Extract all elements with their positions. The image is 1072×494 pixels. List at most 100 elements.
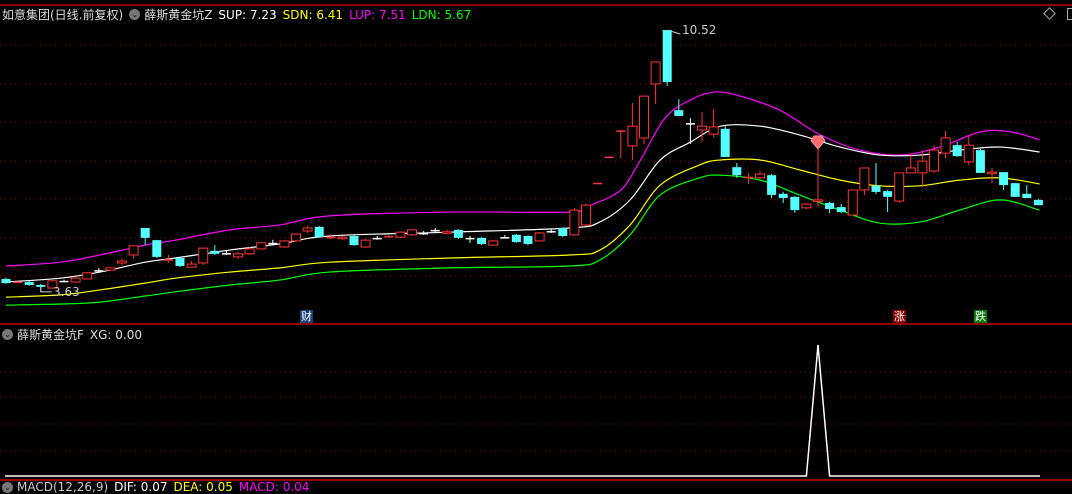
candle (70, 277, 81, 283)
candle-body (175, 258, 185, 266)
candle-body (929, 149, 939, 172)
candle-body (465, 237, 475, 240)
candle-body (558, 228, 568, 236)
candle-body (534, 232, 545, 242)
candle (291, 233, 301, 242)
candle-body (1, 278, 11, 284)
candle (302, 226, 313, 233)
candle-body (940, 137, 951, 154)
candle (419, 231, 429, 235)
lup-value: LUP: 7.51 (349, 7, 406, 22)
macd-name[interactable]: MACD(12,26,9) (17, 480, 108, 494)
candle-body (616, 130, 626, 132)
candle-body (500, 237, 510, 239)
candle (975, 148, 985, 173)
candle-body (801, 203, 812, 209)
candle (847, 189, 858, 216)
candle (186, 261, 197, 268)
candle-body (662, 30, 672, 83)
candle (1, 277, 11, 284)
candle-body (999, 172, 1009, 186)
kline-chart[interactable] (0, 0, 1072, 487)
candle (627, 102, 638, 160)
candle (871, 163, 881, 195)
candle-body (94, 270, 104, 272)
candle (477, 237, 487, 246)
candle-body (569, 209, 580, 236)
candle-body (825, 202, 835, 209)
candle (140, 228, 150, 246)
candle (128, 245, 139, 259)
candle-body (697, 125, 707, 131)
candle-body (546, 231, 556, 233)
candle (905, 153, 916, 174)
candle (940, 131, 951, 159)
candle (639, 95, 649, 145)
xg-value: XG: 0.00 (89, 327, 143, 342)
candle-body (13, 281, 23, 284)
candle (465, 235, 475, 243)
candle-body (70, 277, 81, 283)
candle (952, 142, 962, 157)
candle (94, 267, 104, 273)
candle-body (732, 167, 742, 176)
candle-body (279, 240, 290, 248)
candle-body (407, 229, 417, 236)
candle-body (1022, 193, 1032, 198)
indicator-dropdown-icon[interactable]: ⌄ (2, 481, 13, 493)
indicator-dropdown-icon[interactable]: ⌄ (2, 329, 13, 340)
candle-body (975, 150, 985, 173)
indicator-dropdown-icon[interactable]: ⌄ (129, 9, 141, 20)
candle (511, 234, 521, 243)
candle (558, 227, 568, 238)
panel-expand-icon[interactable] (1067, 8, 1072, 20)
candle-body (905, 167, 916, 174)
candle-body (453, 229, 463, 238)
candle (384, 234, 394, 238)
sub-indicator-name[interactable]: 薛斯黄金坑F (17, 326, 84, 343)
candle (859, 167, 870, 195)
candle (534, 232, 545, 242)
candle-body (82, 272, 93, 280)
candle (24, 281, 34, 286)
candle-body (152, 240, 162, 257)
finance-marker[interactable]: 财 (300, 310, 313, 323)
candle (836, 204, 846, 214)
candle-body (836, 207, 846, 213)
candle-body (778, 193, 788, 198)
candle-body (708, 126, 719, 135)
candle-body (233, 253, 243, 258)
candle (755, 171, 765, 179)
candle-body (743, 176, 753, 179)
candle-body (360, 239, 371, 248)
candle (233, 251, 243, 259)
candle (430, 228, 440, 233)
xg-line (5, 344, 1040, 477)
candle-body (790, 196, 800, 211)
indicator-name[interactable]: 薛斯黄金坑Z (144, 6, 212, 23)
candle (407, 229, 417, 236)
candle-body (767, 175, 777, 195)
candle (708, 109, 719, 138)
candle-body (384, 235, 394, 238)
high-price-label: 10.52 (682, 23, 717, 37)
candle-body (128, 245, 139, 256)
macd-panel-header: ⌄ MACD(12,26,9) DIF: 0.07 DEA: 0.05 MACD… (2, 480, 315, 494)
candle (674, 99, 684, 116)
candle-body (302, 227, 313, 232)
rise-marker[interactable]: 涨 (893, 310, 906, 323)
candle-body (105, 267, 116, 271)
candle-body (372, 237, 382, 240)
sdn-value: SDN: 6.41 (282, 7, 344, 22)
candle (581, 204, 591, 227)
candle-body (419, 232, 429, 235)
candle-body (291, 233, 301, 242)
candle-body (685, 123, 695, 125)
candle-body (256, 242, 267, 250)
candle-body (639, 95, 649, 139)
main-panel-header: 如意集团(日线.前复权) ⌄ 薛斯黄金坑Z SUP: 7.23 SDN: 6.4… (2, 6, 477, 23)
candle (801, 202, 812, 209)
xg-panel-chart (5, 344, 1040, 477)
fall-marker[interactable]: 跌 (974, 310, 987, 323)
candle (883, 190, 893, 213)
